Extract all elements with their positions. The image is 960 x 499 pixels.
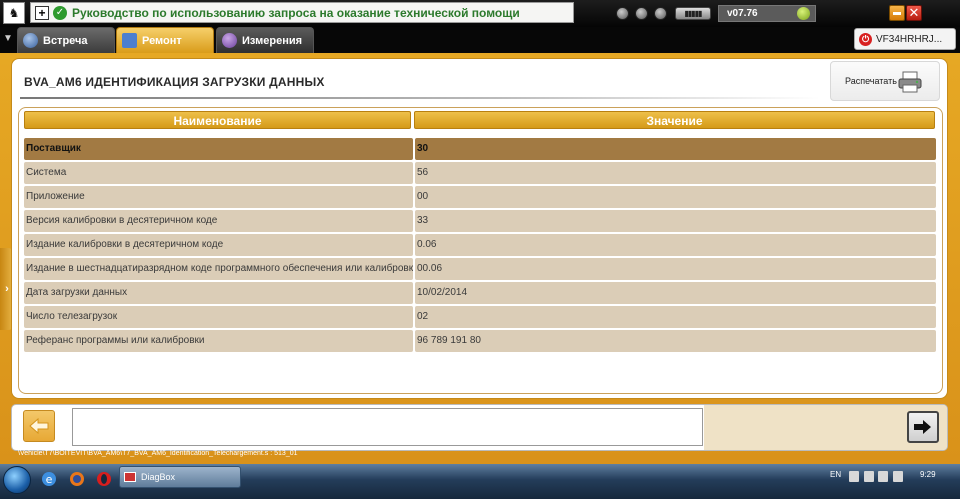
tab-remont[interactable]: Ремонт xyxy=(116,27,214,53)
table-row[interactable]: Система 56 xyxy=(24,162,936,184)
internet-explorer-icon[interactable]: e xyxy=(40,470,58,488)
row-name: Издание калибровки в десятеричном коде xyxy=(24,234,413,256)
taskbar-app-label: DiagBox xyxy=(141,472,176,482)
column-header-name[interactable]: Наименование xyxy=(24,111,411,129)
connection-status-icon xyxy=(797,7,810,20)
row-value: 30 xyxy=(415,138,936,160)
row-name: Поставщик xyxy=(24,138,413,160)
table-row[interactable]: Издание в шестнадцатиразрядном коде прог… xyxy=(24,258,936,280)
taskbar-app-diagbox[interactable]: DiagBox xyxy=(119,466,241,488)
row-name: Издание в шестнадцатиразрядном коде прог… xyxy=(24,258,413,280)
table-row[interactable]: Версия калибровки в десятеричном коде 33 xyxy=(24,210,936,232)
row-value: 00 xyxy=(415,186,936,208)
main-tab-bar: ▼ Встреча Ремонт Измерения ⏻ VF34HRHRJ..… xyxy=(0,27,960,53)
chevron-right-icon: › xyxy=(5,283,9,295)
help-request-bar[interactable]: + ✓ Руководство по использованию запроса… xyxy=(30,2,574,23)
battery-icon: ▮▮▮▮▮ xyxy=(675,7,711,20)
page-header: BVA_AM6 ИДЕНТИФИКАЦИЯ ЗАГРУЗКИ ДАННЫХ Ра… xyxy=(12,59,947,103)
row-name: Система xyxy=(24,162,413,184)
back-arrow-icon xyxy=(29,417,49,435)
peugeot-logo-icon: ♞ xyxy=(3,2,25,24)
opera-icon[interactable] xyxy=(95,470,113,488)
table-row[interactable]: Приложение 00 xyxy=(24,186,936,208)
bottom-navigation-bar xyxy=(11,404,948,451)
tray-battery-icon[interactable] xyxy=(864,471,874,482)
row-value: 56 xyxy=(415,162,936,184)
table-row[interactable]: Дата загрузки данных 10/02/2014 xyxy=(24,282,936,304)
row-name: Приложение xyxy=(24,186,413,208)
tab-label: Встреча xyxy=(43,34,88,47)
language-indicator[interactable]: EN xyxy=(830,470,841,479)
table-row[interactable]: Поставщик 30 xyxy=(24,138,936,160)
back-button[interactable] xyxy=(23,410,55,442)
app-title-bar: ♞ + ✓ Руководство по использованию запро… xyxy=(0,0,960,27)
row-name: Версия калибровки в десятеричном коде xyxy=(24,210,413,232)
message-field[interactable] xyxy=(72,408,703,446)
row-value: 33 xyxy=(415,210,936,232)
tray-flag-icon[interactable] xyxy=(849,471,859,482)
row-value: 96 789 191 80 xyxy=(415,330,936,352)
table-row[interactable]: Число телезагрузок 02 xyxy=(24,306,936,328)
print-label: Распечатать xyxy=(845,76,897,86)
version-label: v07.76 xyxy=(727,8,758,19)
main-frame: › BVA_AM6 ИДЕНТИФИКАЦИЯ ЗАГРУЗКИ ДАННЫХ … xyxy=(0,53,960,464)
minimize-button[interactable] xyxy=(889,5,905,21)
next-button[interactable] xyxy=(907,411,939,443)
printer-icon xyxy=(898,71,922,93)
wrench-icon xyxy=(122,33,137,48)
windows-taskbar: e DiagBox EN 9:29 xyxy=(0,464,960,499)
globe-icon xyxy=(23,33,38,48)
row-name: Число телезагрузок xyxy=(24,306,413,328)
plus-icon[interactable]: + xyxy=(35,5,49,20)
firefox-icon[interactable] xyxy=(68,470,86,488)
row-name: Дата загрузки данных xyxy=(24,282,413,304)
home-icon[interactable] xyxy=(635,7,648,20)
tab-vstrecha[interactable]: Встреча xyxy=(17,27,115,53)
print-button[interactable]: Распечатать xyxy=(830,61,940,101)
start-button[interactable] xyxy=(3,466,31,494)
page-title: BVA_AM6 ИДЕНТИФИКАЦИЯ ЗАГРУЗКИ ДАННЫХ xyxy=(24,75,325,89)
table-row[interactable]: Издание калибровки в десятеричном коде 0… xyxy=(24,234,936,256)
tab-label: Ремонт xyxy=(142,34,182,47)
title-divider xyxy=(20,97,820,99)
row-value: 10/02/2014 xyxy=(415,282,936,304)
row-value: 0.06 xyxy=(415,234,936,256)
version-indicator: v07.76 xyxy=(718,5,816,22)
row-value: 02 xyxy=(415,306,936,328)
next-arrow-icon xyxy=(914,420,931,434)
tab-label: Измерения xyxy=(242,34,303,47)
svg-text:e: e xyxy=(46,473,53,486)
taskbar-clock[interactable]: 9:29 xyxy=(920,470,936,479)
help-request-title: Руководство по использованию запроса на … xyxy=(72,5,520,20)
close-button[interactable]: ✕ xyxy=(906,5,922,21)
tab-izmereniya[interactable]: Измерения xyxy=(216,27,314,53)
check-icon: ✓ xyxy=(53,5,67,20)
row-name: Реферанс программы или калибровки xyxy=(24,330,413,352)
chevron-down-icon[interactable]: ▼ xyxy=(3,33,13,44)
vin-text: VF34HRHRJ... xyxy=(876,33,943,45)
tray-volume-icon[interactable] xyxy=(893,471,903,482)
table-row[interactable]: Реферанс программы или калибровки 96 789… xyxy=(24,330,936,352)
diagbox-icon xyxy=(124,472,136,482)
script-path: \Vehicle\T7\BOITEVIT\BVA_AM6\T7_BVA_AM6_… xyxy=(18,450,298,457)
vin-display[interactable]: ⏻ VF34HRHRJ... xyxy=(854,28,956,50)
sound-icon[interactable] xyxy=(616,7,629,20)
meter-icon xyxy=(222,33,237,48)
row-value: 00.06 xyxy=(415,258,936,280)
tray-network-icon[interactable] xyxy=(878,471,888,482)
column-header-value[interactable]: Значение xyxy=(414,111,935,129)
settings-icon[interactable] xyxy=(654,7,667,20)
power-icon[interactable]: ⏻ xyxy=(859,32,872,46)
